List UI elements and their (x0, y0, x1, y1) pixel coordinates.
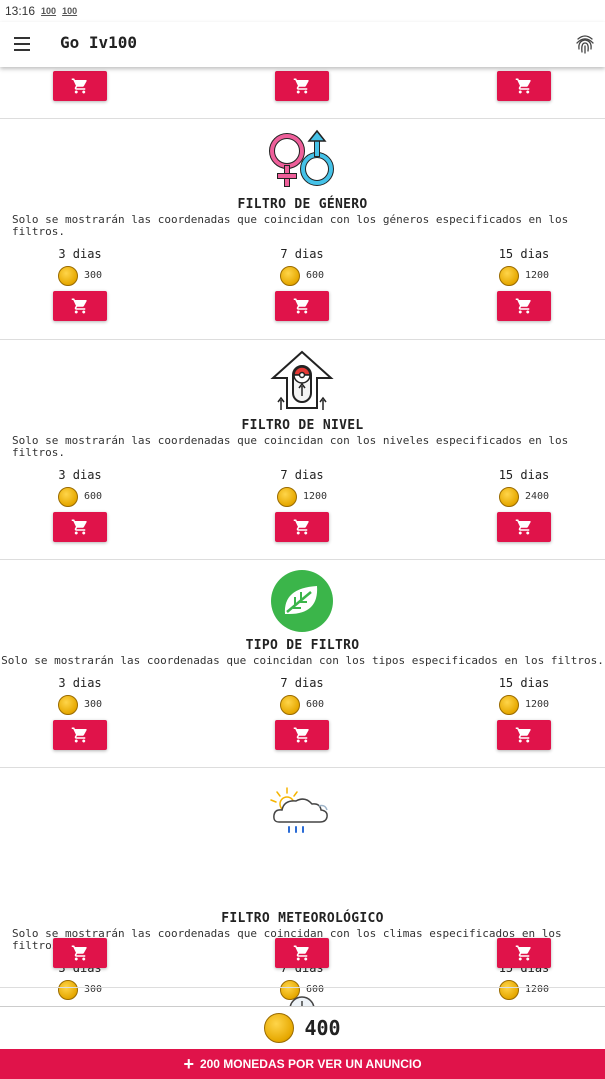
buy-button-3-days[interactable] (53, 938, 107, 968)
duration-label: 3 dias (58, 247, 102, 261)
duration-label: 7 dias (280, 676, 324, 690)
price-label: 1200 (525, 699, 550, 710)
buy-button-15-days[interactable] (497, 512, 551, 542)
duration-label: 3 dias (58, 468, 102, 482)
weather-cloud-icon (270, 787, 328, 833)
duration-label: 15 dias (498, 247, 550, 261)
coin-icon (280, 266, 300, 286)
buy-button-3-days[interactable] (53, 291, 107, 321)
menu-icon[interactable] (14, 37, 30, 51)
duration-label: 15 dias (498, 468, 550, 482)
cart-icon (71, 519, 87, 535)
buy-button[interactable] (497, 71, 551, 101)
status-bar: 13:16 100 100 (0, 0, 605, 22)
section-title: FILTRO METEOROLÓGICO (221, 911, 384, 926)
buy-button[interactable] (53, 71, 107, 101)
coin-icon (499, 487, 519, 507)
coin-icon (499, 695, 519, 715)
cart-icon (515, 519, 531, 535)
cart-icon (71, 298, 87, 314)
section-description: Solo se mostrarán las coordenadas que co… (1, 654, 604, 667)
coin-icon (499, 980, 519, 1000)
price-label: 1200 (303, 491, 328, 502)
section-gender-filter: FILTRO DE GÉNERO Solo se mostrarán las c… (0, 119, 605, 339)
duration-label: 7 dias (280, 468, 324, 482)
buy-button-15-days[interactable] (497, 720, 551, 750)
divider (0, 987, 605, 988)
coin-icon (58, 980, 78, 1000)
price-label: 300 (84, 270, 103, 281)
price-label: 1200 (525, 984, 550, 995)
duration-label: 7 dias (280, 247, 324, 261)
coin-balance-bar: 400 (0, 1006, 605, 1049)
gender-symbols-icon (269, 129, 334, 187)
buy-button-7-days[interactable] (275, 291, 329, 321)
price-label: 300 (84, 984, 103, 995)
section-type-filter: TIPO DE FILTRO Solo se mostrarán las coo… (0, 560, 605, 767)
store-list[interactable]: FILTRO DE GÉNERO Solo se mostrarán las c… (0, 67, 605, 1006)
price-label: 600 (306, 984, 325, 995)
cart-icon (515, 298, 531, 314)
buy-button-7-days[interactable] (275, 512, 329, 542)
cart-icon (293, 298, 309, 314)
cart-icon (515, 78, 531, 94)
hundred-badge-icon: 100 (41, 6, 57, 16)
status-time: 13:16 (5, 4, 36, 18)
coin-icon (277, 487, 297, 507)
watch-ad-button[interactable]: + 200 MONEDAS POR VER UN ANUNCIO (0, 1049, 605, 1079)
cart-icon (71, 945, 87, 961)
plus-icon: + (183, 1054, 194, 1074)
next-section-icon (289, 996, 315, 1006)
cart-icon (515, 727, 531, 743)
buy-button-15-days[interactable] (497, 938, 551, 968)
app-title: Go Iv100 (60, 33, 138, 52)
cart-icon (293, 78, 309, 94)
leaf-type-icon (271, 570, 333, 632)
coin-balance: 400 (304, 1016, 341, 1040)
buy-button[interactable] (275, 71, 329, 101)
price-label: 2400 (525, 491, 550, 502)
cart-icon (515, 945, 531, 961)
section-level-filter: FILTRO DE NIVEL Solo se mostrarán las co… (0, 340, 605, 560)
app-bar: Go Iv100 (0, 22, 605, 67)
buy-button-7-days[interactable] (275, 938, 329, 968)
section-title: FILTRO DE NIVEL (241, 418, 364, 433)
buy-button-3-days[interactable] (53, 720, 107, 750)
price-label: 600 (306, 699, 325, 710)
cart-icon (71, 727, 87, 743)
coin-icon (280, 695, 300, 715)
duration-label: 3 dias (58, 676, 102, 690)
level-up-icon (270, 350, 334, 410)
coin-icon (499, 266, 519, 286)
buy-button-3-days[interactable] (53, 512, 107, 542)
cart-icon (71, 78, 87, 94)
section-description: Solo se mostrarán las coordenadas que co… (12, 213, 569, 238)
section-title: TIPO DE FILTRO (245, 638, 360, 653)
section-title: FILTRO DE GÉNERO (237, 197, 368, 212)
cart-icon (293, 945, 309, 961)
buy-button-15-days[interactable] (497, 291, 551, 321)
fingerprint-icon[interactable] (575, 33, 595, 55)
cart-icon (293, 519, 309, 535)
price-label: 600 (306, 270, 325, 281)
coin-icon (264, 1013, 295, 1043)
cart-icon (293, 727, 309, 743)
coin-icon (58, 266, 78, 286)
duration-label: 15 dias (498, 676, 550, 690)
coin-icon (58, 487, 78, 507)
price-label: 1200 (525, 270, 550, 281)
watch-ad-label: 200 MONEDAS POR VER UN ANUNCIO (199, 1057, 422, 1071)
hundred-badge-icon: 100 (62, 6, 78, 16)
price-label: 600 (84, 491, 103, 502)
section-description: Solo se mostrarán las coordenadas que co… (12, 434, 569, 459)
buy-button-7-days[interactable] (275, 720, 329, 750)
price-label: 300 (84, 699, 103, 710)
coin-icon (58, 695, 78, 715)
